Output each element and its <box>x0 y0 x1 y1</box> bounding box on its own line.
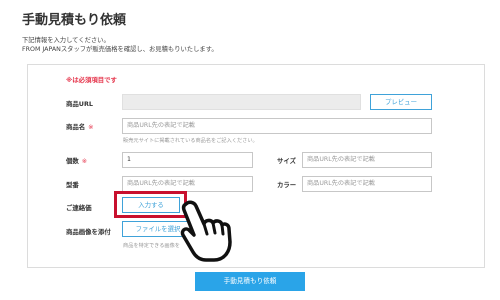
quantity-field[interactable]: 1 <box>122 152 253 168</box>
required-mark: ※ <box>81 157 88 165</box>
submit-button[interactable]: 手動見積もり依頼 <box>195 272 305 291</box>
model-field[interactable]: 商品URL先の表記で記載 <box>122 176 253 192</box>
required-mark: ※ <box>88 123 94 131</box>
color-label: カラー <box>277 181 297 189</box>
intro-text: 下記情報を入力してください。 FROM JAPANスタッフが販売価格を確認し、お… <box>22 37 218 54</box>
model-label: 型番 <box>66 181 79 189</box>
size-label: サイズ <box>277 157 296 165</box>
image-hint: 商品を特定できる画像を <box>123 243 180 249</box>
intro-line-1: 下記情報を入力してください。 <box>22 37 110 44</box>
quantity-label: 個数 ※ <box>66 156 87 165</box>
product-url-label: 商品URL <box>66 100 93 108</box>
product-name-field[interactable]: 商品URL先の表記で記載 <box>122 118 432 134</box>
product-name-label: 商品名 ※ <box>66 122 94 131</box>
color-field[interactable]: 商品URL先の表記で記載 <box>302 176 432 192</box>
size-field[interactable]: 商品URL先の表記で記載 <box>302 152 432 168</box>
image-attach-label: 商品画像を添付 <box>66 228 111 236</box>
page-title: 手動見積もり依頼 <box>22 13 127 28</box>
quantity-label-text: 個数 <box>66 157 79 165</box>
preview-button[interactable]: プレビュー <box>370 94 432 110</box>
product-url-field[interactable] <box>122 94 361 110</box>
product-name-label-text: 商品名 <box>66 123 86 131</box>
product-name-hint: 販売元サイトに掲載されている商品名をご記入ください。 <box>123 138 258 144</box>
required-note: ※は必須項目です <box>66 76 117 84</box>
intro-line-2: FROM JAPANスタッフが販売価格を確認し、お見積もりいたします。 <box>22 45 218 53</box>
price-label: ご連絡価 <box>66 204 92 212</box>
pointing-hand-icon <box>180 200 232 262</box>
